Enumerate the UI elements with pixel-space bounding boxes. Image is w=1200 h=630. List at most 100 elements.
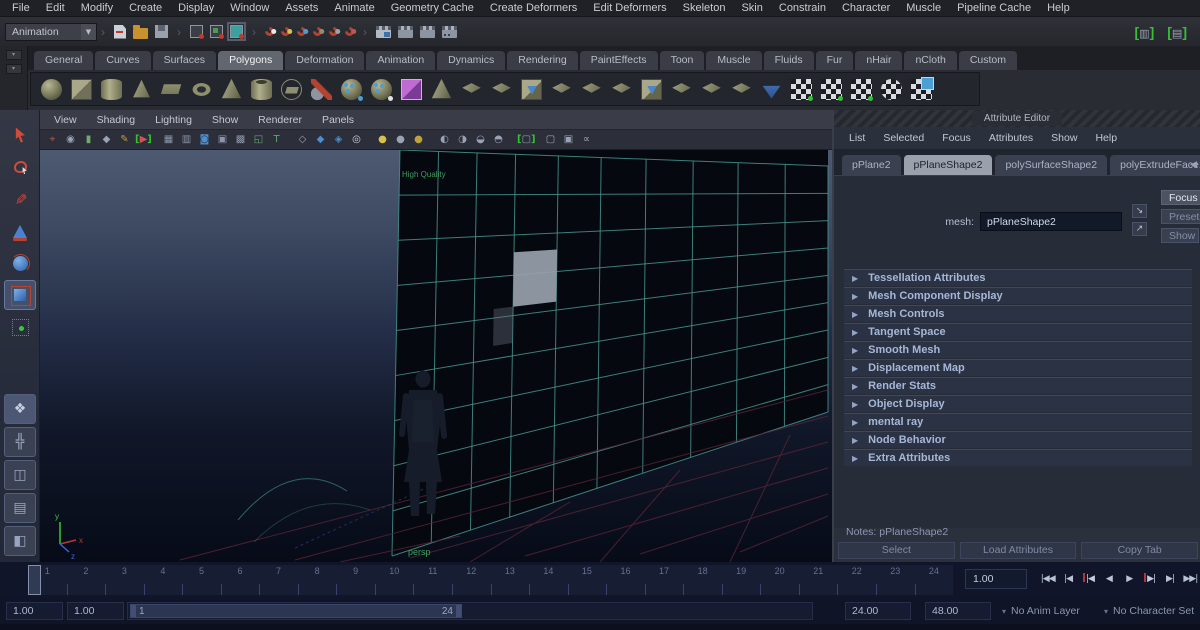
menu-item[interactable]: Create Deformers: [482, 0, 585, 17]
menu-item[interactable]: Display: [170, 0, 222, 17]
poly-torus-icon[interactable]: [189, 77, 214, 102]
highlight-selection-toggle-icon[interactable]: ▥: [1132, 24, 1158, 40]
menu-item[interactable]: Edit: [38, 0, 73, 17]
play-forwards-button[interactable]: ▶: [1120, 568, 1139, 590]
snap-to-curve-icon[interactable]: [279, 25, 292, 38]
attribute-section-header[interactable]: ▶ Displacement Map: [844, 359, 1192, 376]
range-slider-bar[interactable]: 1 24: [130, 604, 462, 618]
poly-sphere-icon[interactable]: [39, 77, 64, 102]
attribute-section-header[interactable]: ▶ Mesh Component Display: [844, 287, 1192, 304]
paint-select-tool[interactable]: [4, 184, 36, 214]
tab-scroll-left-icon[interactable]: ◀: [1190, 160, 1197, 170]
menu-item[interactable]: Skeleton: [675, 0, 734, 17]
attribute-section-header[interactable]: ▶ Render Stats: [844, 377, 1192, 394]
shelf-tab[interactable]: Polygons: [218, 51, 283, 70]
attribute-editor-titlebar[interactable]: Attribute Editor: [834, 110, 1200, 127]
menu-item[interactable]: Skin: [733, 0, 770, 17]
layout-four-view[interactable]: ╬: [4, 427, 36, 457]
shelf-tab[interactable]: nHair: [855, 51, 902, 70]
menu-item[interactable]: Constrain: [771, 0, 834, 17]
show-button[interactable]: Show: [1161, 228, 1199, 243]
snap-to-point-icon[interactable]: [295, 25, 308, 38]
menu-item[interactable]: Focus: [933, 127, 980, 149]
shelf-tab[interactable]: nCloth: [904, 51, 956, 70]
select-tool[interactable]: [4, 120, 36, 150]
image-plane-icon[interactable]: ✎: [117, 131, 132, 149]
frame-cell[interactable]: 9: [336, 565, 375, 595]
plugin-shapes-icon[interactable]: ▢: [543, 131, 558, 149]
panel-menu-item[interactable]: View: [44, 110, 87, 130]
boolean-difference-icon[interactable]: [609, 77, 634, 102]
occlusion-icon[interactable]: ◒: [473, 131, 488, 149]
chevron-right-icon[interactable]: ▶: [852, 328, 858, 337]
new-scene-icon[interactable]: [114, 25, 126, 39]
animation-start-field[interactable]: 1.00: [6, 602, 63, 620]
step-back-key-button[interactable]: |◀: [1079, 568, 1098, 590]
frame-cell[interactable]: 3: [105, 565, 144, 595]
greasepencil-icon[interactable]: ▶: [135, 131, 150, 149]
group-divider[interactable]: ›: [177, 25, 181, 39]
current-time-indicator[interactable]: [28, 565, 41, 595]
attribute-section-header[interactable]: ▶ Smooth Mesh: [844, 341, 1192, 358]
grid-toggle-icon[interactable]: ▦: [161, 131, 176, 149]
use-default-material-icon[interactable]: ◎: [349, 131, 364, 149]
ipr-render-icon[interactable]: [420, 26, 435, 38]
poly-plane-icon[interactable]: [159, 77, 184, 102]
lighting-default-icon[interactable]: ●: [393, 131, 408, 149]
select-object-icon[interactable]: [210, 25, 223, 38]
chevron-right-icon[interactable]: ▶: [852, 454, 858, 463]
shelf-tab[interactable]: Deformation: [285, 51, 364, 70]
wireframe-mode-icon[interactable]: ◇: [295, 131, 310, 149]
attribute-section-header[interactable]: ▶ Extra Attributes: [844, 449, 1192, 466]
chevron-down-icon[interactable]: ▼: [81, 24, 96, 40]
frame-cell[interactable]: 18: [683, 565, 722, 595]
layout-menu[interactable]: ▤: [4, 493, 36, 523]
focus-button[interactable]: Focus: [1161, 190, 1200, 205]
frame-cell[interactable]: 14: [529, 565, 568, 595]
uv-planar-mapping-icon[interactable]: [789, 77, 814, 102]
character-set-selector[interactable]: ▾ No Character Set: [1104, 602, 1194, 620]
attribute-section-header[interactable]: ▶ Tangent Space: [844, 323, 1192, 340]
shelf-tab[interactable]: Fluids: [764, 51, 814, 70]
film-gate-icon[interactable]: ▥: [179, 131, 194, 149]
poly-pipe-icon[interactable]: [249, 77, 274, 102]
menu-item[interactable]: Selected: [874, 127, 933, 149]
menu-item[interactable]: Help: [1039, 0, 1078, 17]
node-tab[interactable]: polyExtrudeFace1: [1110, 155, 1200, 175]
last-tool-history[interactable]: [4, 312, 36, 342]
select-component-icon[interactable]: [230, 25, 243, 38]
menu-item[interactable]: Edit Deformers: [585, 0, 674, 17]
frame-cell[interactable]: 19: [722, 565, 761, 595]
xray-icon[interactable]: ◐: [437, 131, 452, 149]
uv-editor-icon[interactable]: [909, 77, 934, 102]
anim-layer-selector[interactable]: ▾ No Anim Layer: [1002, 602, 1080, 620]
node-tab[interactable]: pPlane2: [842, 155, 901, 175]
animation-end-field[interactable]: 48.00: [925, 602, 991, 620]
chevron-right-icon[interactable]: ▶: [852, 292, 858, 301]
chevron-right-icon[interactable]: ▶: [852, 382, 858, 391]
menu-item[interactable]: Attributes: [980, 127, 1042, 149]
shelf-tab[interactable]: Curves: [95, 51, 150, 70]
camera-attributes-icon[interactable]: ▮: [81, 131, 96, 149]
boolean-union-icon[interactable]: [579, 77, 604, 102]
panel-menu-item[interactable]: Lighting: [145, 110, 202, 130]
lasso-select-tool[interactable]: [4, 152, 36, 182]
frame-cell[interactable]: 5: [182, 565, 221, 595]
panel-menu-item[interactable]: Panels: [312, 110, 364, 130]
lighting-all-icon[interactable]: ●: [375, 131, 390, 149]
menu-item[interactable]: File: [4, 0, 38, 17]
shelf-tab[interactable]: General: [34, 51, 93, 70]
shelf-tab[interactable]: Surfaces: [153, 51, 216, 70]
shelf-tab[interactable]: Fur: [816, 51, 854, 70]
multisample-icon[interactable]: ◓: [491, 131, 506, 149]
reduce-mesh-icon[interactable]: [369, 77, 394, 102]
attribute-section-header[interactable]: ▶ Node Behavior: [844, 431, 1192, 448]
group-divider[interactable]: ›: [363, 25, 367, 39]
move-tool[interactable]: [4, 216, 36, 246]
shelf-corner-menu[interactable]: ▾ ▾: [0, 46, 28, 110]
chevron-right-icon[interactable]: ▶: [852, 346, 858, 355]
range-slider-track[interactable]: 1 24: [127, 602, 813, 620]
save-scene-icon[interactable]: [155, 25, 168, 38]
lighting-flat-icon[interactable]: ●: [411, 131, 426, 149]
frame-cell[interactable]: 15: [568, 565, 607, 595]
